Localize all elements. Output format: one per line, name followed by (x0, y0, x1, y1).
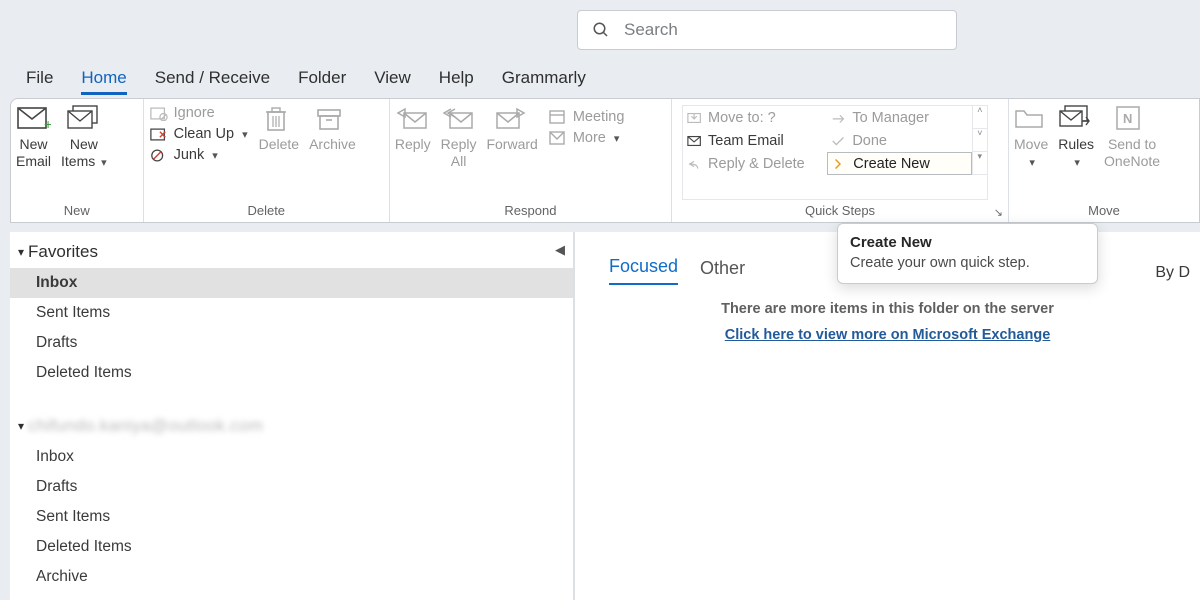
group-respond: Reply Reply All Forward Meeting More (390, 99, 672, 222)
tab-other[interactable]: Other (700, 258, 745, 285)
archive-button[interactable]: Archive (304, 99, 361, 200)
rules-button[interactable]: Rules (1053, 99, 1099, 200)
new-items-button[interactable]: New Items (56, 99, 112, 200)
more-items-msg: There are more items in this folder on t… (575, 301, 1200, 317)
message-list-pane: Focused Other By D There are more items … (574, 232, 1200, 600)
tab-view[interactable]: View (374, 68, 411, 95)
tab-file[interactable]: File (26, 68, 53, 95)
onenote-icon: N (1115, 105, 1149, 131)
tab-grammarly[interactable]: Grammarly (502, 68, 586, 95)
mail-stack-icon (67, 105, 101, 131)
chevron-down-icon (210, 147, 218, 163)
folder-archive-acct[interactable]: Archive (10, 562, 573, 592)
tab-home[interactable]: Home (81, 68, 126, 95)
tooltip-desc: Create your own quick step. (850, 255, 1085, 271)
chevron-down-icon: ▾ (18, 419, 24, 433)
chevron-down-icon (240, 126, 248, 142)
qs-reply-delete[interactable]: Reply & Delete (683, 152, 827, 175)
search-box[interactable]: Search (577, 10, 957, 50)
qs-team-email[interactable]: Team Email (683, 129, 827, 152)
folder-inbox[interactable]: Inbox (10, 268, 573, 298)
menu-tabs: File Home Send / Receive Folder View Hel… (26, 68, 586, 95)
folder-deleted-items[interactable]: Deleted Items (10, 358, 573, 388)
group-delete: Ignore Clean Up Junk Delete (144, 99, 390, 222)
folder-drafts[interactable]: Drafts (10, 328, 573, 358)
tab-send-receive[interactable]: Send / Receive (155, 68, 270, 95)
chevron-down-icon (612, 130, 620, 146)
svg-text:+: + (44, 116, 51, 131)
chevron-down-icon (99, 153, 107, 169)
reply-button[interactable]: Reply (390, 99, 436, 200)
more-button[interactable]: More (549, 130, 625, 146)
move-button[interactable]: Move (1009, 99, 1053, 200)
qs-to-manager[interactable]: To Manager (827, 106, 971, 129)
mail-icon: + (17, 105, 51, 131)
folder-inbox-acct[interactable]: Inbox (10, 442, 573, 472)
group-label-new: New (11, 200, 143, 222)
qs-create-new[interactable]: Create New (827, 152, 971, 175)
archive-icon (315, 105, 349, 131)
folder-sent-items[interactable]: Sent Items (10, 298, 573, 328)
qs-move-to[interactable]: Move to: ? (683, 106, 827, 129)
trash-icon (262, 105, 296, 131)
folder-deleted-items-acct[interactable]: Deleted Items (10, 532, 573, 562)
chevron-up-icon: ˄ (973, 106, 987, 129)
tab-folder[interactable]: Folder (298, 68, 346, 95)
group-label-move: Move (1009, 200, 1199, 222)
group-label-respond: Respond (390, 200, 671, 222)
folder-icon (1014, 105, 1048, 131)
view-more-link[interactable]: Click here to view more on Microsoft Exc… (725, 327, 1051, 343)
group-label-delete: Delete (144, 200, 389, 222)
meeting-button[interactable]: Meeting (549, 109, 625, 125)
ribbon: + New Email New Items New Ignore (10, 98, 1200, 223)
chevron-down-icon: ▾ (18, 245, 24, 259)
reply-icon (396, 105, 430, 131)
tab-focused[interactable]: Focused (609, 256, 678, 285)
quick-steps-grid: Move to: ? To Manager ˄ Team Email Done … (682, 105, 988, 200)
account-header[interactable]: ▾ chifundo.kaniya@outlook.com (10, 406, 573, 442)
search-placeholder: Search (624, 20, 678, 40)
ignore-button[interactable]: Ignore (150, 105, 248, 121)
delete-button[interactable]: Delete (254, 99, 304, 200)
chevron-down-icon: ˅ (973, 129, 987, 152)
qs-done[interactable]: Done (827, 129, 971, 152)
chevron-down-icon (1072, 153, 1080, 169)
search-icon (592, 21, 610, 39)
view-more-link-wrap: Click here to view more on Microsoft Exc… (575, 327, 1200, 343)
cleanup-button[interactable]: Clean Up (150, 126, 248, 142)
group-quick-steps: Move to: ? To Manager ˄ Team Email Done … (672, 99, 1009, 222)
group-new: + New Email New Items New (11, 99, 144, 222)
send-to-onenote-button[interactable]: N Send to OneNote (1099, 99, 1165, 200)
group-move: Move Rules N Send to OneNote Move (1009, 99, 1199, 222)
svg-text:N: N (1123, 111, 1132, 126)
qs-spinner-down[interactable]: ˅ (972, 129, 987, 152)
favorites-header[interactable]: ▾ Favorites (10, 232, 573, 268)
sort-by-label[interactable]: By D (1155, 264, 1190, 282)
chevron-down-icon (1027, 153, 1035, 169)
tooltip-title: Create New (850, 234, 1085, 251)
folder-pane: ◀ ▾ Favorites Inbox Sent Items Drafts De… (10, 232, 574, 600)
reply-all-button[interactable]: Reply All (436, 99, 482, 200)
forward-button[interactable]: Forward (481, 99, 542, 200)
group-label-quick: Quick Steps (672, 200, 1008, 222)
forward-icon (495, 105, 529, 131)
folder-drafts-acct[interactable]: Drafts (10, 472, 573, 502)
more-icon: ▾ (973, 152, 987, 175)
qs-spinner-more[interactable]: ▾ (972, 152, 987, 175)
dialog-launcher-icon[interactable]: ↘ (994, 206, 1003, 219)
new-email-button[interactable]: + New Email (11, 99, 56, 200)
tab-help[interactable]: Help (439, 68, 474, 95)
collapse-pane-icon[interactable]: ◀ (555, 242, 565, 258)
qs-spinner-up[interactable]: ˄ (972, 106, 987, 129)
folder-sent-items-acct[interactable]: Sent Items (10, 502, 573, 532)
tooltip-create-new: Create New Create your own quick step. (837, 223, 1098, 284)
rules-icon (1059, 105, 1093, 131)
reply-all-icon (442, 105, 476, 131)
junk-button[interactable]: Junk (150, 147, 248, 163)
